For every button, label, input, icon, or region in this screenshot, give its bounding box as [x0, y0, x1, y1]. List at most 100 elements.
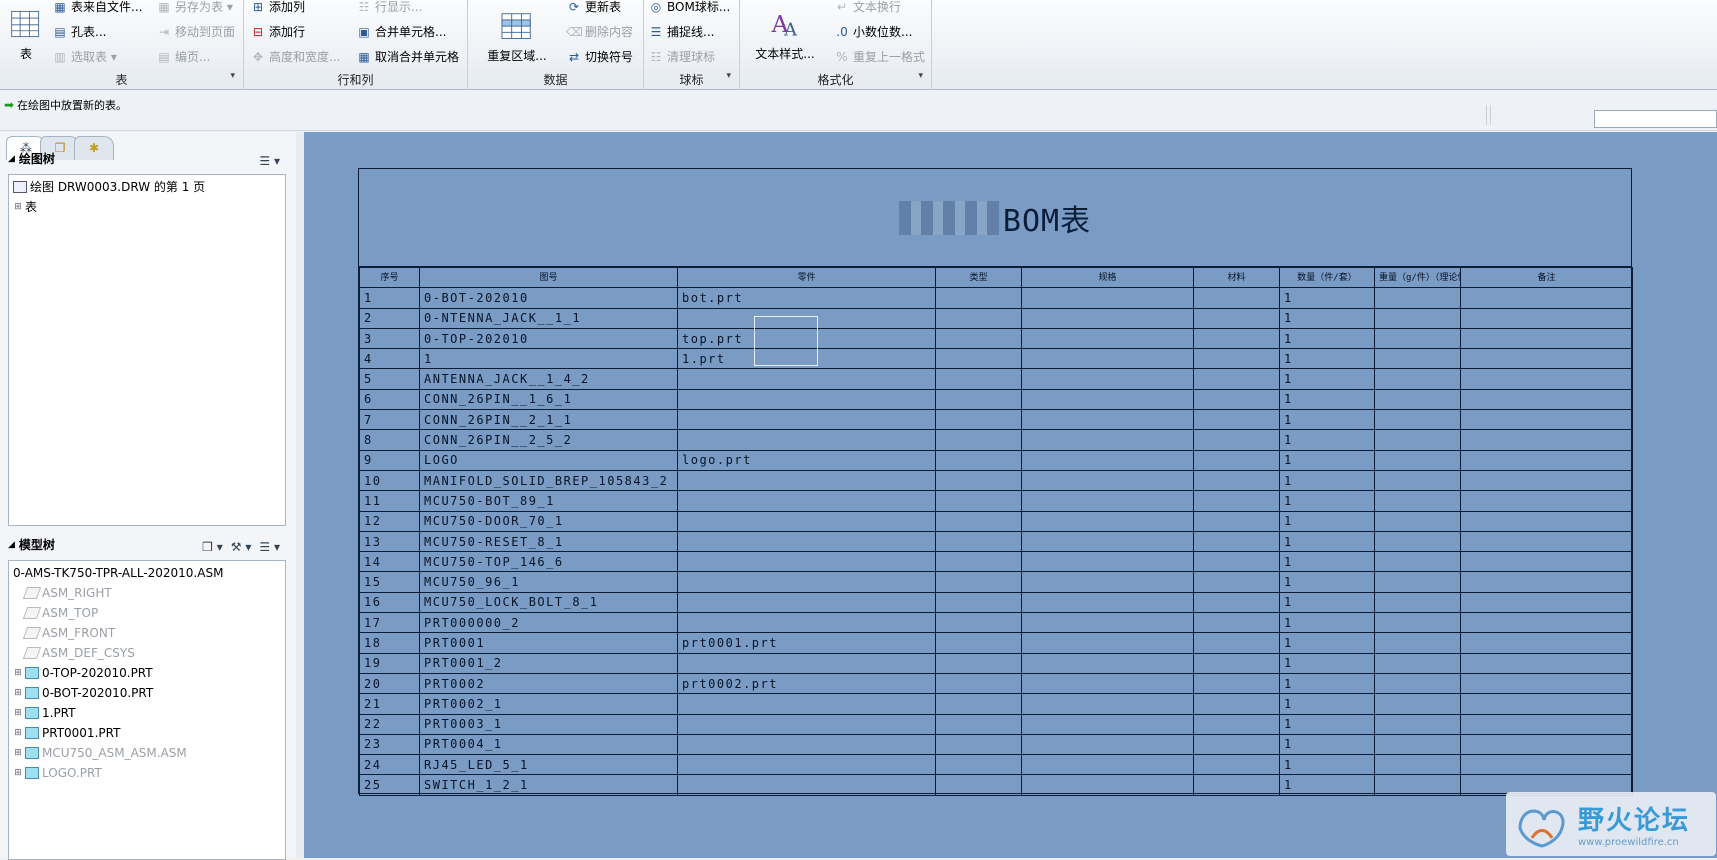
- bom-cell[interactable]: MCU750-BOT_89_1: [419, 490, 678, 512]
- bom-cell[interactable]: [1374, 429, 1461, 451]
- bom-cell[interactable]: prt0001.prt: [677, 632, 936, 654]
- bom-cell[interactable]: [1460, 429, 1633, 451]
- bom-cell[interactable]: [1021, 368, 1194, 390]
- expand-icon[interactable]: ⊞: [13, 763, 23, 783]
- bom-cell[interactable]: 1: [1279, 571, 1375, 593]
- bom-cell[interactable]: [1193, 368, 1280, 390]
- table-row[interactable]: 9 LOGO logo.prt 1: [359, 449, 1633, 471]
- bom-cell[interactable]: 1: [1279, 429, 1375, 451]
- bom-cell[interactable]: [677, 774, 936, 796]
- model-tree-item[interactable]: ASM_DEF_CSYS: [13, 643, 281, 663]
- bom-cell[interactable]: [1193, 510, 1280, 532]
- format-group-expand-icon[interactable]: ▾: [918, 71, 923, 81]
- expand-icon[interactable]: ⊞: [13, 703, 23, 723]
- bom-cell[interactable]: [1193, 733, 1280, 756]
- table-row[interactable]: 1 0-BOT-202010 bot.prt 1: [359, 287, 1633, 309]
- bom-balloon-button[interactable]: ◎ BOM球标...: [648, 0, 731, 17]
- text-style-button[interactable]: AA 文本样式...: [746, 8, 824, 62]
- bom-cell[interactable]: [1021, 287, 1194, 309]
- bom-cell[interactable]: PRT0002_1: [419, 693, 678, 715]
- bom-cell[interactable]: [1193, 754, 1280, 776]
- bom-cell[interactable]: [1021, 388, 1194, 411]
- bom-cell[interactable]: [1374, 591, 1461, 614]
- bom-cell[interactable]: PRT0001: [419, 632, 678, 654]
- model-tree-item[interactable]: ⊞ PRT0001.PRT: [13, 723, 281, 743]
- row-display-button[interactable]: ☷ 行显示...: [356, 0, 423, 17]
- bom-cell[interactable]: 6: [359, 388, 420, 411]
- bom-cell[interactable]: [1193, 693, 1280, 715]
- bom-cell[interactable]: [935, 774, 1022, 796]
- select-table-button[interactable]: ▥ 选取表 ▾: [52, 47, 117, 67]
- bom-cell[interactable]: [1021, 551, 1194, 573]
- model-tree-item[interactable]: ⊞ MCU750_ASM_ASM.ASM: [13, 743, 281, 763]
- add-row-button[interactable]: ⊟ 添加行: [250, 22, 305, 42]
- bom-cell[interactable]: [1460, 530, 1633, 553]
- bom-cell[interactable]: [1374, 733, 1461, 756]
- bom-cell[interactable]: [1460, 754, 1633, 776]
- bom-cell[interactable]: [1460, 632, 1633, 654]
- bom-cell[interactable]: [677, 510, 936, 532]
- unmerge-cells-button[interactable]: ▦ 取消合并单元格: [356, 47, 459, 67]
- bom-cell[interactable]: [677, 368, 936, 390]
- bom-cell[interactable]: PRT000000_2: [419, 612, 678, 634]
- bom-cell[interactable]: [935, 571, 1022, 593]
- bom-cell[interactable]: 1: [1279, 348, 1375, 370]
- search-input[interactable]: [1594, 110, 1717, 128]
- bom-cell[interactable]: [1460, 713, 1633, 735]
- bom-cell[interactable]: 1: [1279, 530, 1375, 553]
- bom-cell[interactable]: [1374, 287, 1461, 309]
- table-row[interactable]: 21 PRT0002_1 1: [359, 693, 1633, 715]
- bom-cell[interactable]: [1021, 510, 1194, 532]
- merge-cells-button[interactable]: ▣ 合并单元格...: [356, 22, 446, 42]
- bom-cell[interactable]: [1193, 307, 1280, 329]
- bom-cell[interactable]: [1374, 368, 1461, 390]
- bom-cell[interactable]: [1021, 713, 1194, 735]
- move-to-page-button[interactable]: ⇥ 移动到页面: [156, 22, 235, 42]
- bom-cell[interactable]: [935, 368, 1022, 390]
- delete-content-button[interactable]: ⌫ 删除内容: [566, 22, 633, 42]
- bom-cell[interactable]: 12: [359, 510, 420, 532]
- bom-cell[interactable]: [1460, 612, 1633, 634]
- bom-cell[interactable]: [1193, 632, 1280, 654]
- repeat-last-format-button[interactable]: % 重复上一格式: [834, 47, 925, 67]
- bom-cell[interactable]: [935, 348, 1022, 370]
- bom-cell[interactable]: [935, 672, 1022, 695]
- bom-cell[interactable]: [1193, 652, 1280, 674]
- bom-cell[interactable]: [1460, 510, 1633, 532]
- repeat-region-button[interactable]: 重复区域...: [482, 12, 552, 64]
- bom-cell[interactable]: [1021, 449, 1194, 471]
- bom-cell[interactable]: [1021, 733, 1194, 756]
- table-row[interactable]: 6 CONN_26PIN__1_6_1 1: [359, 388, 1633, 411]
- table-row[interactable]: 18 PRT0001 prt0001.prt 1: [359, 632, 1633, 654]
- bom-cell[interactable]: 0-BOT-202010: [419, 287, 678, 309]
- table-button[interactable]: 表: [8, 8, 44, 62]
- bom-cell[interactable]: [1374, 652, 1461, 674]
- bom-cell[interactable]: [1021, 774, 1194, 796]
- toggle-symbol-button[interactable]: ⇄ 切换符号: [566, 47, 633, 67]
- bom-cell[interactable]: [1193, 469, 1280, 492]
- model-tree-item[interactable]: ⊞ 0-BOT-202010.PRT: [13, 683, 281, 703]
- expand-icon[interactable]: ⊞: [13, 743, 23, 763]
- bom-cell[interactable]: [935, 469, 1022, 492]
- bom-cell[interactable]: 7: [359, 409, 420, 431]
- bom-cell[interactable]: 1: [1279, 754, 1375, 776]
- bom-cell[interactable]: [935, 307, 1022, 329]
- bom-cell[interactable]: MCU750_96_1: [419, 571, 678, 593]
- bom-cell[interactable]: [1021, 632, 1194, 654]
- bom-cell[interactable]: [935, 754, 1022, 776]
- bom-cell[interactable]: 8: [359, 429, 420, 451]
- table-row[interactable]: 22 PRT0003_1 1: [359, 713, 1633, 735]
- bom-cell[interactable]: PRT0003_1: [419, 713, 678, 735]
- table-row[interactable]: 12 MCU750-DOOR_70_1 1: [359, 510, 1633, 532]
- bom-cell[interactable]: [1460, 287, 1633, 309]
- bom-cell[interactable]: 14: [359, 551, 420, 573]
- bom-cell[interactable]: 15: [359, 571, 420, 593]
- bom-cell[interactable]: [1193, 612, 1280, 634]
- list-settings-icon[interactable]: ☰ ▾: [259, 536, 280, 558]
- panel-splitter[interactable]: [296, 132, 304, 858]
- model-tree-item[interactable]: ASM_FRONT: [13, 623, 281, 643]
- bom-cell[interactable]: [1021, 307, 1194, 329]
- bom-cell[interactable]: 20: [359, 672, 420, 695]
- bom-cell[interactable]: [677, 713, 936, 735]
- bom-cell[interactable]: 1: [1279, 733, 1375, 756]
